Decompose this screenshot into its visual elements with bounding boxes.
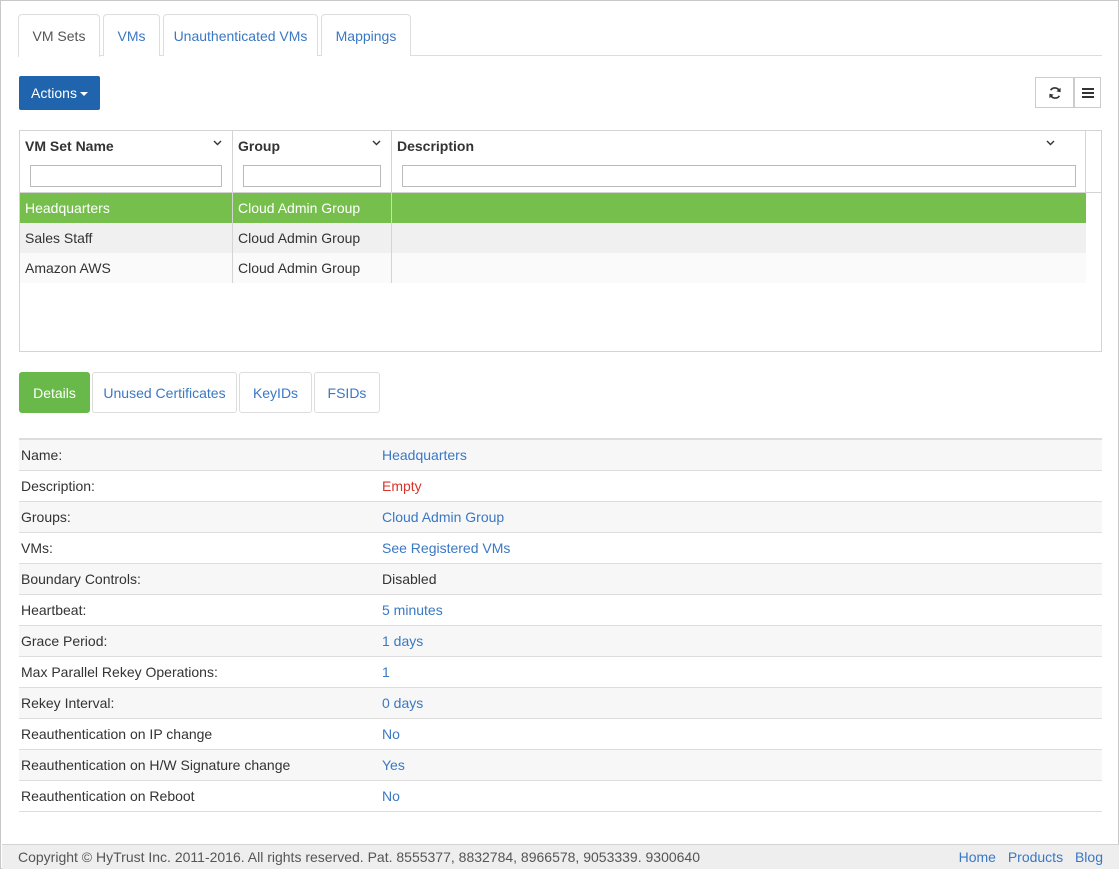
see-registered-vms-link[interactable]: See Registered VMs	[382, 533, 510, 564]
refresh-icon	[1048, 86, 1061, 99]
vm-sets-grid: VM Set Name Group Description Headquarte…	[19, 130, 1102, 352]
detail-row-groups: Groups: Cloud Admin Group	[19, 502, 1102, 533]
detail-row-reauth-ip: Reauthentication on IP change No	[19, 719, 1102, 750]
tab-unused-certificates[interactable]: Unused Certificates	[92, 372, 237, 413]
detail-value-link[interactable]: Cloud Admin Group	[382, 502, 504, 533]
cell-group: Cloud Admin Group	[233, 253, 392, 283]
detail-row-reauth-hw: Reauthentication on H/W Signature change…	[19, 750, 1102, 781]
table-row[interactable]: Amazon AWS Cloud Admin Group	[20, 253, 1086, 283]
detail-row-max-parallel-rekey: Max Parallel Rekey Operations: 1	[19, 657, 1102, 688]
detail-row-description: Description: Empty	[19, 471, 1102, 502]
detail-value-link[interactable]: 1 days	[382, 626, 423, 657]
detail-label: Grace Period:	[21, 633, 108, 649]
column-title: Group	[238, 138, 280, 154]
cell-description	[392, 193, 1086, 223]
detail-row-name: Name: Headquarters	[19, 440, 1102, 471]
top-tab-bar: VM Sets VMs Unauthenticated VMs Mappings	[18, 14, 1102, 57]
tab-details[interactable]: Details	[19, 372, 90, 413]
cell-vm-set-name: Headquarters	[20, 193, 233, 223]
cell-vm-set-name: Sales Staff	[20, 223, 233, 253]
tab-mappings[interactable]: Mappings	[321, 14, 411, 56]
table-row[interactable]: Headquarters Cloud Admin Group	[20, 193, 1086, 223]
grid-scrollbar-gutter	[1086, 131, 1102, 193]
detail-label: Reauthentication on H/W Signature change	[21, 757, 291, 773]
detail-value-link[interactable]: 1	[382, 657, 390, 688]
detail-value-link[interactable]: No	[382, 719, 400, 750]
detail-row-vms: VMs: See Registered VMs	[19, 533, 1102, 564]
detail-label: VMs:	[21, 540, 53, 556]
detail-value-link[interactable]: No	[382, 781, 400, 812]
detail-label: Name:	[21, 447, 63, 463]
footer: Copyright © HyTrust Inc. 2011-2016. All …	[2, 844, 1119, 869]
detail-label: Max Parallel Rekey Operations:	[21, 664, 218, 680]
cell-description	[392, 253, 1086, 283]
refresh-button[interactable]	[1035, 77, 1074, 108]
actions-dropdown-button[interactable]: Actions	[19, 76, 100, 110]
detail-value-link[interactable]: 0 days	[382, 688, 423, 719]
detail-row-boundary-controls: Boundary Controls: Disabled	[19, 564, 1102, 595]
detail-value-link[interactable]: Yes	[382, 750, 405, 781]
detail-row-heartbeat: Heartbeat: 5 minutes	[19, 595, 1102, 626]
detail-value-link[interactable]: 5 minutes	[382, 595, 443, 626]
column-title: Description	[397, 138, 475, 154]
cell-vm-set-name: Amazon AWS	[20, 253, 233, 283]
detail-label: Description:	[21, 478, 95, 494]
detail-label: Groups:	[21, 509, 71, 525]
tab-keyids[interactable]: KeyIDs	[239, 372, 312, 413]
detail-row-reauth-reboot: Reauthentication on Reboot No	[19, 781, 1102, 812]
footer-links: Home Products Blog	[951, 845, 1103, 869]
detail-value-empty[interactable]: Empty	[382, 471, 422, 502]
details-table: Name: Headquarters Description: Empty Gr…	[19, 438, 1102, 812]
tab-vms[interactable]: VMs	[103, 14, 160, 56]
chevron-down-icon[interactable]	[1046, 140, 1055, 146]
grid-header: VM Set Name Group Description	[20, 131, 1086, 193]
footer-link-products[interactable]: Products	[1008, 849, 1063, 865]
detail-label: Rekey Interval:	[21, 695, 115, 711]
column-title: VM Set Name	[25, 138, 114, 154]
caret-down-icon	[79, 92, 88, 97]
column-menu-button[interactable]	[1074, 77, 1101, 108]
column-header-vm-set-name[interactable]: VM Set Name	[20, 131, 233, 192]
column-header-description[interactable]: Description	[392, 131, 1086, 192]
detail-label: Boundary Controls:	[21, 571, 141, 587]
filter-input-vm-set-name[interactable]	[30, 165, 222, 187]
detail-label: Reauthentication on Reboot	[21, 788, 195, 804]
tab-vm-sets[interactable]: VM Sets	[18, 14, 100, 57]
app-window: VM Sets VMs Unauthenticated VMs Mappings…	[0, 0, 1119, 869]
detail-label: Reauthentication on IP change	[21, 726, 213, 742]
footer-link-home[interactable]: Home	[959, 849, 996, 865]
list-menu-icon	[1081, 87, 1094, 98]
cell-group: Cloud Admin Group	[233, 223, 392, 253]
cell-description	[392, 223, 1086, 253]
tab-fsids[interactable]: FSIDs	[314, 372, 380, 413]
tab-unauthenticated-vms[interactable]: Unauthenticated VMs	[163, 14, 318, 56]
detail-row-grace-period: Grace Period: 1 days	[19, 626, 1102, 657]
detail-label: Heartbeat:	[21, 602, 87, 618]
chevron-down-icon[interactable]	[372, 140, 381, 146]
detail-value-text: Disabled	[382, 571, 437, 587]
filter-input-group[interactable]	[243, 165, 381, 187]
table-row[interactable]: Sales Staff Cloud Admin Group	[20, 223, 1086, 253]
column-header-group[interactable]: Group	[233, 131, 392, 192]
actions-label: Actions	[31, 85, 77, 101]
copyright-text: Copyright © HyTrust Inc. 2011-2016. All …	[18, 849, 701, 865]
chevron-down-icon[interactable]	[213, 140, 222, 146]
detail-row-rekey-interval: Rekey Interval: 0 days	[19, 688, 1102, 719]
filter-input-description[interactable]	[402, 165, 1076, 187]
cell-group: Cloud Admin Group	[233, 193, 392, 223]
footer-link-blog[interactable]: Blog	[1075, 849, 1103, 865]
detail-value-link[interactable]: Headquarters	[382, 440, 467, 471]
